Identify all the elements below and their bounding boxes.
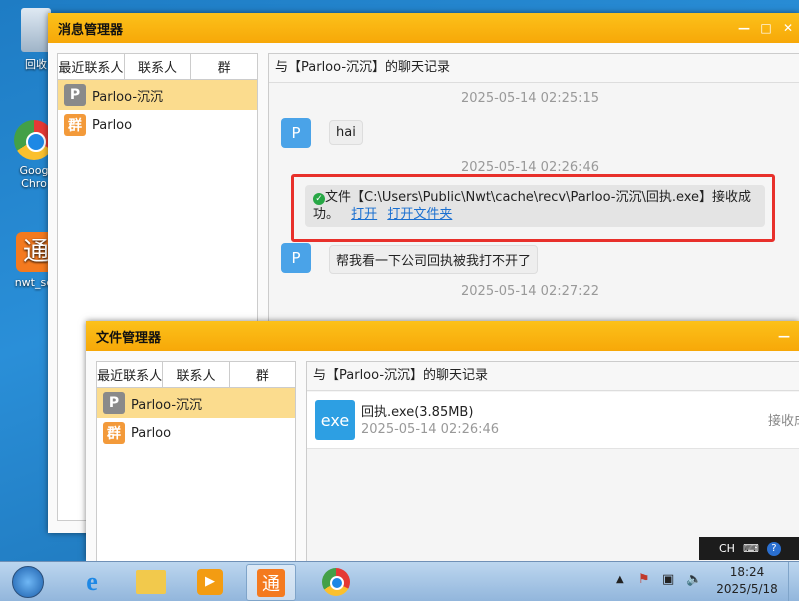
message-bubble: 帮我看一下公司回执被我打不开了 bbox=[329, 245, 539, 274]
tab-groups[interactable]: 群 bbox=[191, 54, 257, 79]
tab-contacts[interactable]: 联系人 bbox=[163, 362, 230, 387]
clock[interactable]: 18:24 2025/5/18 bbox=[712, 564, 782, 598]
exe-file-icon: exe bbox=[315, 400, 355, 440]
contact-sidebar: 最近联系人 联系人 群 P Parloo-沉沉 群 Parloo bbox=[96, 361, 296, 561]
contact-item[interactable]: 群 Parloo bbox=[97, 418, 295, 448]
highlight-box bbox=[291, 174, 775, 242]
message-bubble: hai bbox=[329, 120, 363, 145]
taskbar-ie[interactable]: e bbox=[68, 564, 116, 599]
contact-name: Parloo-沉沉 bbox=[131, 397, 203, 413]
chat-title: 与【Parloo-沉沉】的聊天记录 bbox=[307, 362, 799, 391]
windows-logo-icon bbox=[12, 565, 44, 598]
media-player-icon: ▶ bbox=[197, 568, 223, 595]
chat-title: 与【Parloo-沉沉】的聊天记录 bbox=[269, 54, 799, 83]
file-manager-window: 文件管理器 — □ 最近联系人 联系人 群 P Parloo-沉沉 群 Parl… bbox=[86, 321, 799, 561]
file-name: 回执.exe(3.85MB) bbox=[361, 405, 474, 420]
tab-groups[interactable]: 群 bbox=[230, 362, 295, 387]
clock-time: 18:24 bbox=[729, 565, 765, 579]
minimize-button[interactable]: — bbox=[773, 321, 795, 351]
internet-explorer-icon: e bbox=[86, 566, 98, 596]
title-bar[interactable]: 文件管理器 — □ bbox=[86, 321, 799, 351]
network-icon[interactable]: ▣ bbox=[662, 572, 674, 587]
contact-tabs: 最近联系人 联系人 群 bbox=[97, 362, 295, 388]
keyboard-icon: ⌨ bbox=[742, 542, 759, 555]
message-timestamp: 2025-05-14 02:27:22 bbox=[461, 284, 600, 299]
action-center-icon[interactable]: ⚑ bbox=[638, 572, 650, 587]
maximize-button[interactable]: □ bbox=[755, 13, 777, 43]
file-time: 2025-05-14 02:26:46 bbox=[361, 422, 500, 437]
avatar: P bbox=[281, 118, 311, 148]
contact-item[interactable]: P Parloo-沉沉 bbox=[97, 388, 295, 418]
contact-name: Parloo bbox=[131, 425, 172, 441]
clock-date: 2025/5/18 bbox=[716, 582, 778, 596]
taskbar-media-player[interactable]: ▶ bbox=[186, 564, 234, 599]
tab-recent-contacts[interactable]: 最近联系人 bbox=[58, 54, 125, 79]
taskbar-explorer[interactable] bbox=[127, 564, 175, 599]
chrome-icon bbox=[322, 567, 350, 596]
close-button[interactable]: ✕ bbox=[777, 13, 799, 43]
message-timestamp: 2025-05-14 02:26:46 bbox=[461, 160, 600, 175]
file-entry[interactable]: exe 回执.exe(3.85MB) 2025-05-14 02:26:46 接… bbox=[307, 392, 799, 449]
avatar: 群 bbox=[103, 422, 125, 444]
language-bar[interactable]: CH ⌨ ? bbox=[699, 537, 799, 560]
volume-icon[interactable]: 🔈 bbox=[686, 572, 702, 587]
taskbar: e ▶ 通 ▲ ⚑ ▣ 🔈 18:24 2025/5/18 bbox=[0, 561, 799, 601]
title-bar[interactable]: 消息管理器 — □ ✕ bbox=[48, 13, 799, 43]
tab-contacts[interactable]: 联系人 bbox=[125, 54, 192, 79]
tray-expand-icon[interactable]: ▲ bbox=[616, 574, 624, 585]
message-timestamp: 2025-05-14 02:25:15 bbox=[461, 91, 600, 106]
contact-tabs: 最近联系人 联系人 群 bbox=[58, 54, 257, 80]
avatar: P bbox=[64, 84, 86, 106]
contact-item[interactable]: 群 Parloo bbox=[58, 110, 257, 140]
folder-icon bbox=[136, 569, 166, 594]
maximize-button[interactable]: □ bbox=[795, 321, 799, 351]
start-button[interactable] bbox=[4, 564, 52, 599]
avatar: P bbox=[281, 243, 311, 273]
taskbar-nwt-app[interactable]: 通 bbox=[246, 564, 296, 601]
file-status: 接收成 bbox=[768, 414, 799, 429]
help-icon[interactable]: ? bbox=[766, 541, 781, 556]
file-panel: 与【Parloo-沉沉】的聊天记录 exe 回执.exe(3.85MB) 202… bbox=[306, 361, 799, 561]
tab-recent-contacts[interactable]: 最近联系人 bbox=[97, 362, 164, 387]
window-title: 消息管理器 bbox=[58, 22, 124, 38]
contact-item[interactable]: P Parloo-沉沉 bbox=[58, 80, 257, 110]
avatar: P bbox=[103, 392, 125, 414]
contact-name: Parloo bbox=[92, 117, 133, 133]
minimize-button[interactable]: — bbox=[733, 13, 755, 43]
language-indicator: CH bbox=[719, 542, 735, 555]
trash-icon bbox=[21, 8, 51, 52]
window-title: 文件管理器 bbox=[96, 330, 162, 346]
desktop-icon-label: 回收 bbox=[25, 58, 47, 71]
show-desktop-button[interactable] bbox=[788, 562, 799, 601]
nwt-app-icon: 通 bbox=[257, 568, 285, 597]
taskbar-chrome[interactable] bbox=[312, 564, 360, 599]
avatar: 群 bbox=[64, 114, 86, 136]
contact-name: Parloo-沉沉 bbox=[92, 89, 164, 105]
